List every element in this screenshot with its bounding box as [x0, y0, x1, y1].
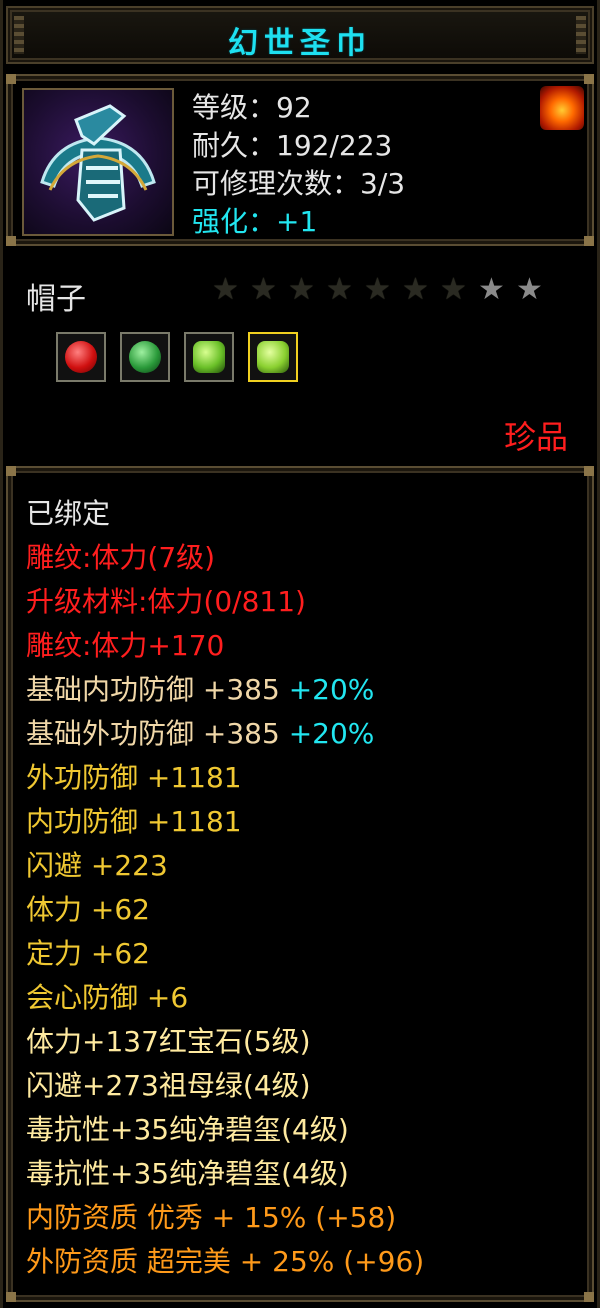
star-icon: ★ [478, 272, 505, 307]
star-icon: ★ [440, 272, 467, 307]
jade-gem-socket[interactable] [248, 332, 298, 382]
title-bar: 幻世圣巾 [6, 6, 594, 64]
attribute-text: 升级材料:体力(0/811) [26, 585, 306, 618]
attribute-text: 会心防御 +6 [26, 981, 189, 1014]
attribute-line: 体力 +62 [26, 890, 150, 930]
ruby-gem-icon [65, 341, 97, 373]
attribute-line: 升级材料:体力(0/811) [26, 582, 306, 622]
corner-ornament [584, 466, 594, 476]
attribute-text: 体力+137红宝石(5级) [26, 1025, 311, 1058]
star-icon: ★ [402, 272, 429, 307]
attribute-line: 已绑定 [26, 494, 110, 534]
durability-text: 耐久：192/223 [192, 129, 393, 162]
attribute-line: 内防资质 优秀 + 15% (+58) [26, 1198, 396, 1238]
star-icon: ★ [212, 272, 239, 307]
jade-gem-icon [257, 341, 289, 373]
attribute-percent-bonus: +20% [288, 673, 375, 706]
attribute-line: 闪避+273祖母绿(4级) [26, 1066, 311, 1106]
attribute-text: 外防资质 超完美 + 25% (+96) [26, 1245, 425, 1278]
attribute-text: 雕纹:体力+170 [26, 629, 225, 662]
level-text: 等级：92 [192, 91, 312, 124]
star-icon: ★ [250, 272, 277, 307]
star-icon: ★ [326, 272, 353, 307]
attribute-line: 毒抗性+35纯净碧玺(4级) [26, 1110, 349, 1150]
attribute-text: 闪避+273祖母绿(4级) [26, 1069, 311, 1102]
attribute-text: 雕纹:体力(7级) [26, 541, 216, 574]
enhance-text: 强化：+1 [192, 205, 318, 238]
attribute-line: 内功防御 +1181 [26, 802, 242, 842]
jade-gem-icon [193, 341, 225, 373]
attribute-text: 毒抗性+35纯净碧玺(4级) [26, 1157, 349, 1190]
attribute-text: 内防资质 优秀 + 15% (+58) [26, 1201, 397, 1234]
corner-ornament [584, 74, 594, 84]
attribute-line: 定力 +62 [26, 934, 150, 974]
corner-ornament [6, 236, 16, 246]
emerald-gem-socket[interactable] [120, 332, 170, 382]
attribute-text: 已绑定 [26, 497, 111, 530]
corner-ornament [6, 1292, 16, 1302]
attribute-line: 会心防御 +6 [26, 978, 188, 1018]
attribute-text: 基础内功防御 +385 [26, 673, 289, 706]
attribute-text: 闪避 +223 [26, 849, 168, 882]
ruby-gem-socket[interactable] [56, 332, 106, 382]
attribute-text: 内功防御 +1181 [26, 805, 242, 838]
attribute-line: 雕纹:体力+170 [26, 626, 224, 666]
attribute-line: 毒抗性+35纯净碧玺(4级) [26, 1154, 349, 1194]
item-header: 等级：92 耐久：192/223 可修理次数：3/3 强化：+1 [6, 74, 594, 246]
attribute-line: 外功防御 +1181 [26, 758, 242, 798]
corner-ornament [6, 466, 16, 476]
corner-ornament [584, 236, 594, 246]
attribute-text: 外功防御 +1181 [26, 761, 242, 794]
star-icon: ★ [516, 272, 543, 307]
attribute-line: 基础外功防御 +385 +20% [26, 714, 374, 754]
attribute-line: 闪避 +223 [26, 846, 168, 886]
attribute-text: 体力 +62 [26, 893, 150, 926]
item-type-label: 帽子 [26, 282, 86, 317]
attribute-line: 基础内功防御 +385 +20% [26, 670, 374, 710]
attribute-text: 定力 +62 [26, 937, 150, 970]
star-icon: ★ [288, 272, 315, 307]
attribute-line: 雕纹:体力(7级) [26, 538, 215, 578]
headband-icon [40, 104, 156, 222]
fire-element-icon [540, 86, 584, 130]
corner-ornament [584, 1292, 594, 1302]
attribute-percent-bonus: +20% [288, 717, 375, 750]
attribute-line: 外防资质 超完美 + 25% (+96) [26, 1242, 424, 1282]
attribute-text: 基础外功防御 +385 [26, 717, 289, 750]
item-title: 幻世圣巾 [228, 26, 372, 61]
rarity-label: 珍品 [503, 418, 568, 456]
attribute-text: 毒抗性+35纯净碧玺(4级) [26, 1113, 349, 1146]
repair-count-text: 可修理次数：3/3 [192, 167, 406, 200]
jade-gem-socket[interactable] [184, 332, 234, 382]
emerald-gem-icon [129, 341, 161, 373]
attribute-line: 体力+137红宝石(5级) [26, 1022, 311, 1062]
corner-ornament [6, 74, 16, 84]
star-icon: ★ [364, 272, 391, 307]
item-icon[interactable] [22, 88, 174, 236]
